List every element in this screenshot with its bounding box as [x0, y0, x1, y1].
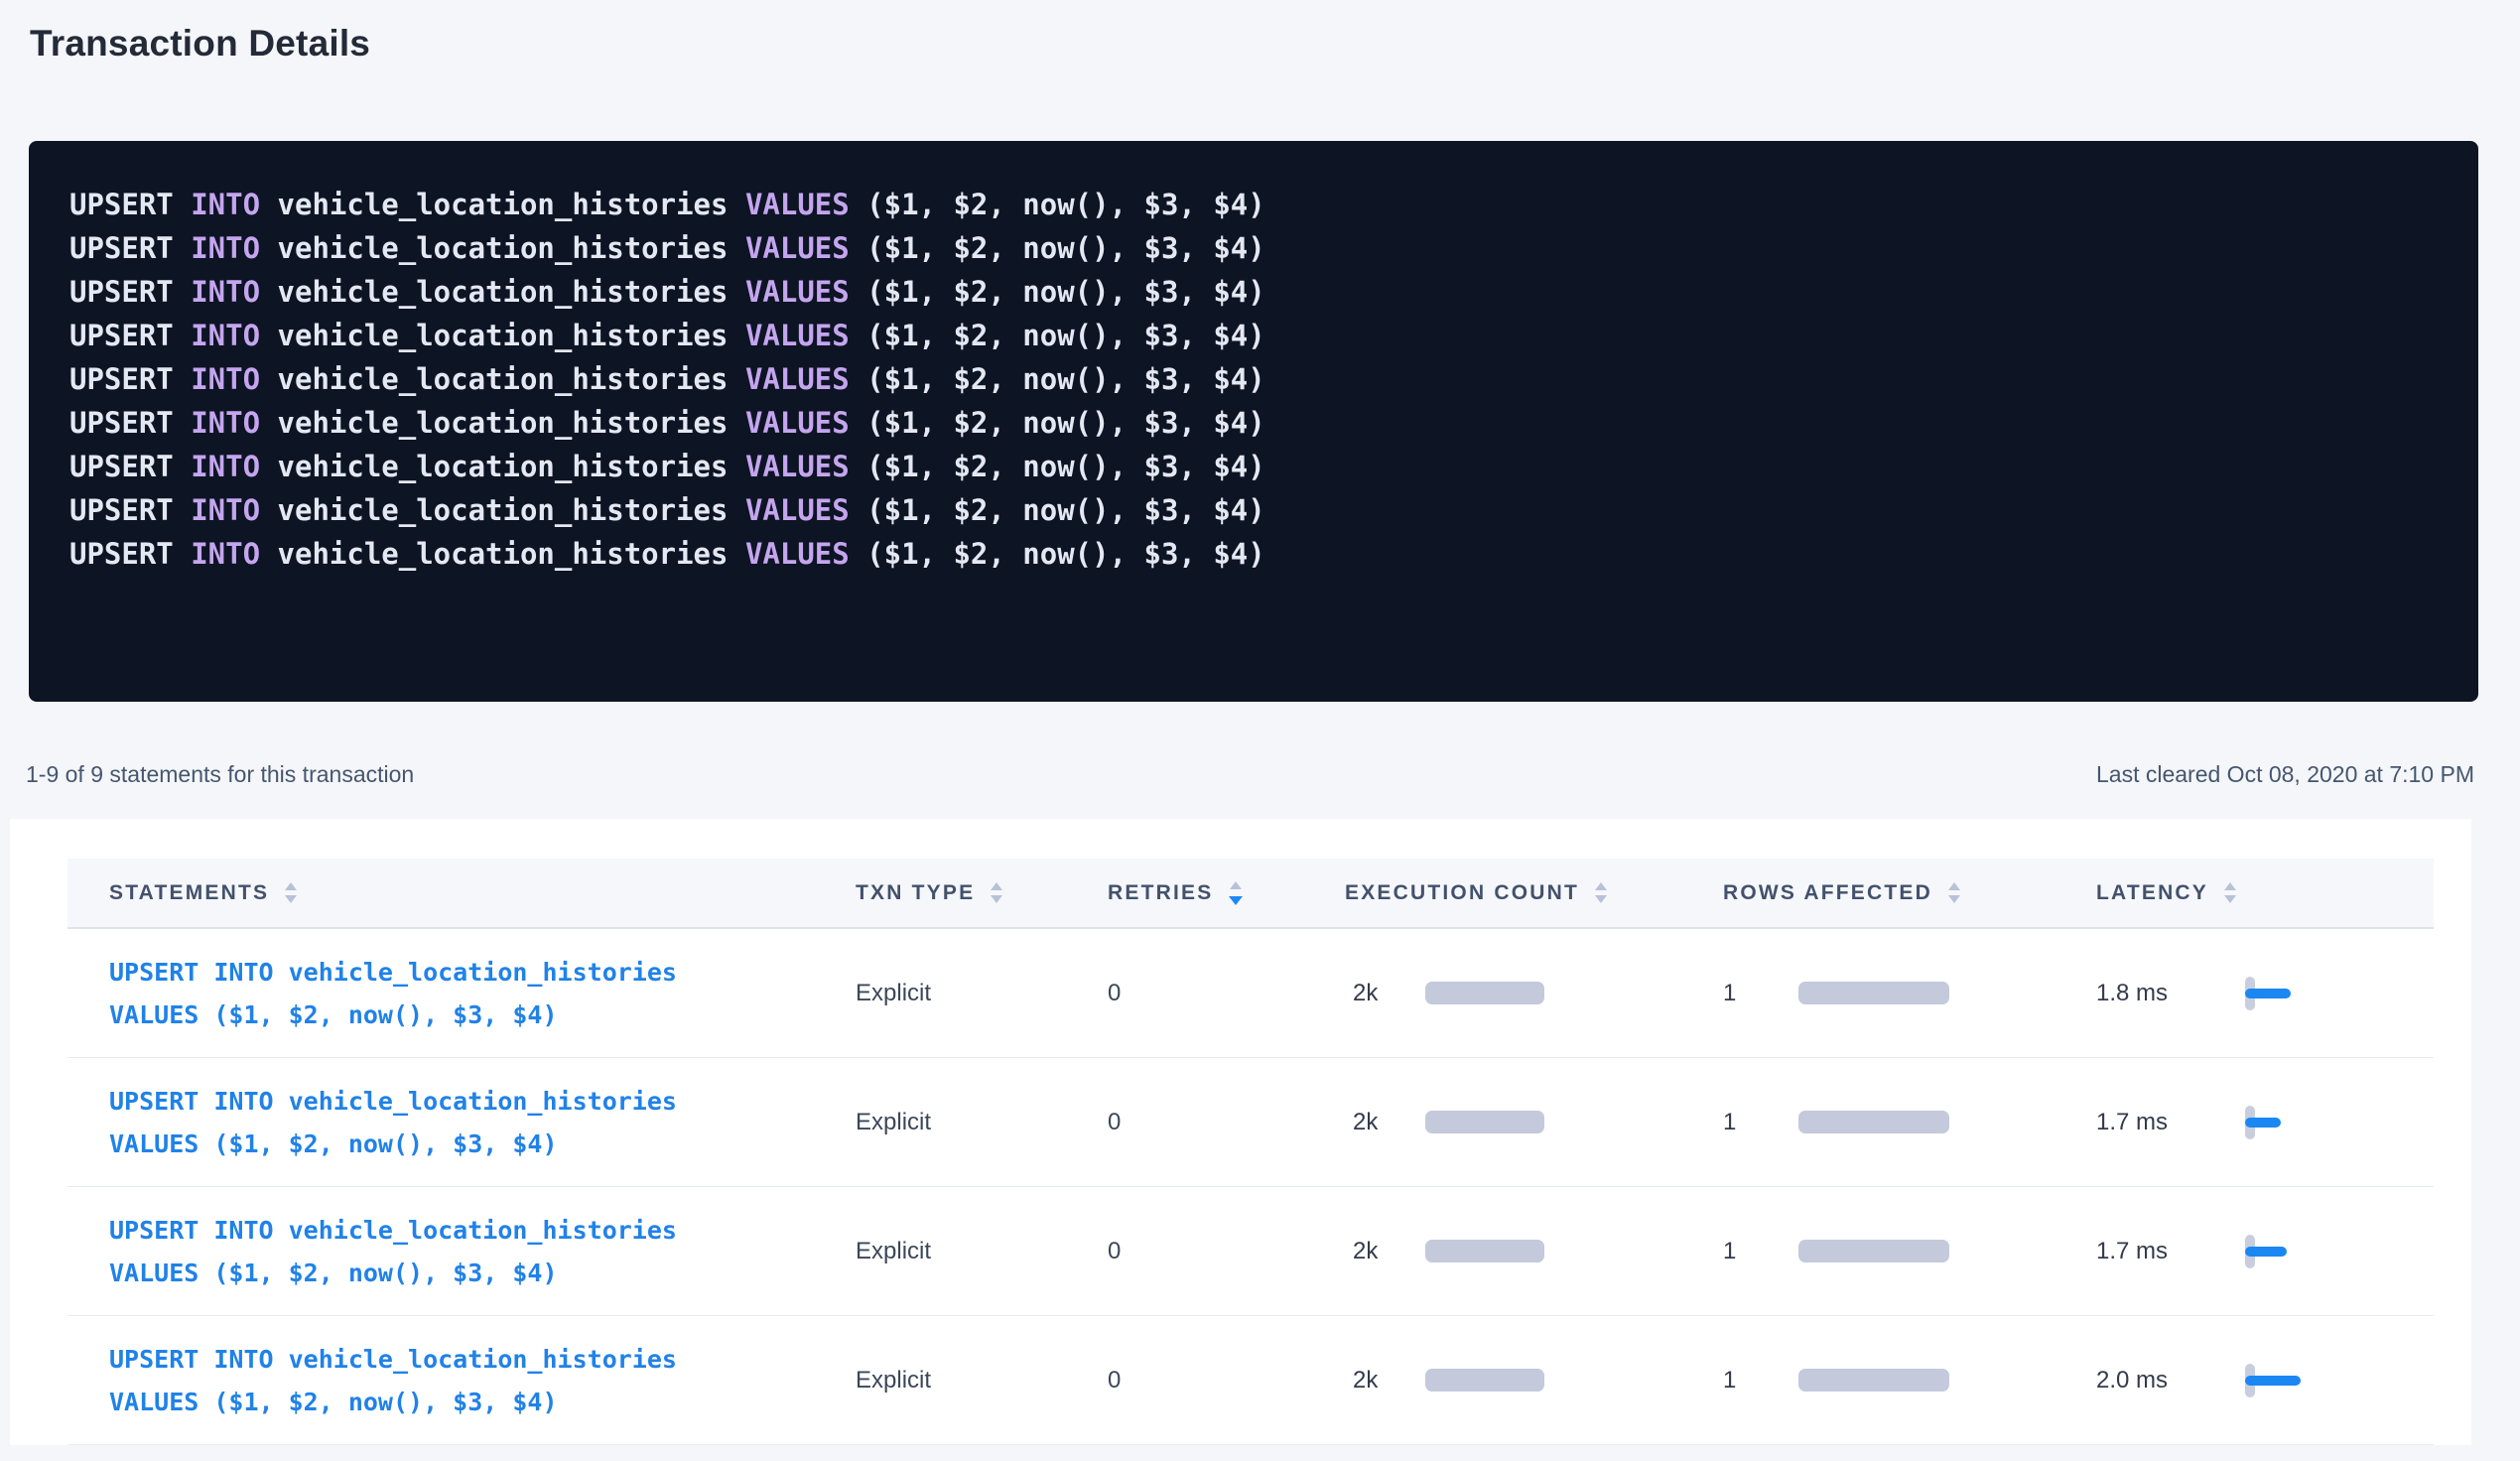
sort-up-icon: [1595, 882, 1607, 890]
table-body: UPSERT INTO vehicle_location_historiesVA…: [67, 929, 2434, 1445]
column-header-execution-count[interactable]: EXECUTION COUNT: [1335, 881, 1713, 905]
retries-cell: 0: [1098, 1367, 1335, 1395]
statement-link[interactable]: UPSERT INTO vehicle_location_historiesVA…: [109, 1209, 846, 1294]
txn-type-cell: Explicit: [846, 1109, 1098, 1136]
sort-up-icon: [2224, 882, 2236, 890]
rows-affected-cell: 1: [1713, 1367, 2086, 1395]
rows-affected-bar: [1798, 1240, 1949, 1262]
page-title: Transaction Details: [30, 22, 2520, 66]
execution-count-cell: 2k: [1335, 1238, 1713, 1265]
statement-link[interactable]: UPSERT INTO vehicle_location_historiesVA…: [109, 1080, 846, 1165]
column-header-label: EXECUTION COUNT: [1345, 881, 1579, 905]
last-cleared-label: Last cleared Oct 08, 2020 at 7:10 PM: [2096, 759, 2474, 789]
sort-up-icon: [991, 882, 1002, 890]
sort-arrows-icon: [285, 882, 297, 903]
statements-range-label: 1-9 of 9 statements for this transaction: [26, 759, 414, 789]
sql-line: UPSERT INTO vehicle_location_histories V…: [69, 357, 2439, 401]
sql-line: UPSERT INTO vehicle_location_histories V…: [69, 226, 2439, 270]
rows-affected-cell: 1: [1713, 1238, 2086, 1265]
sort-down-icon: [991, 895, 1002, 903]
sort-up-icon: [285, 882, 297, 890]
column-header-label: RETRIES: [1108, 881, 1213, 905]
statement-link[interactable]: UPSERT INTO vehicle_location_historiesVA…: [109, 951, 846, 1036]
sql-line: UPSERT INTO vehicle_location_histories V…: [69, 314, 2439, 357]
execution-count-bar: [1425, 1369, 1544, 1392]
latency-cell: 1.7 ms: [2086, 1232, 2434, 1271]
statement-link[interactable]: UPSERT INTO vehicle_location_historiesVA…: [109, 1338, 846, 1423]
column-header-label: LATENCY: [2096, 881, 2208, 905]
execution-count-cell: 2k: [1335, 1367, 1713, 1395]
rows-affected-bar: [1798, 1111, 1949, 1133]
sql-statements-box: UPSERT INTO vehicle_location_histories V…: [29, 141, 2478, 702]
retries-cell: 0: [1098, 1109, 1335, 1136]
latency-bar: [2245, 1376, 2301, 1386]
sort-down-icon: [2224, 895, 2236, 903]
rows-affected-bar: [1798, 1369, 1949, 1392]
sort-down-icon: [1948, 895, 1960, 903]
rows-affected-cell: 1: [1713, 1109, 2086, 1136]
sort-arrows-icon: [1595, 882, 1607, 903]
latency-bar: [2245, 989, 2291, 998]
sql-line: UPSERT INTO vehicle_location_histories V…: [69, 401, 2439, 445]
sql-line: UPSERT INTO vehicle_location_histories V…: [69, 270, 2439, 314]
txn-type-cell: Explicit: [846, 1367, 1098, 1395]
sql-line: UPSERT INTO vehicle_location_histories V…: [69, 532, 2439, 576]
latency-bar-chart: [2245, 1361, 2315, 1400]
statement-row: UPSERT INTO vehicle_location_historiesVA…: [67, 1316, 2434, 1445]
latency-bar-chart: [2245, 974, 2315, 1013]
column-header-retries[interactable]: RETRIES: [1098, 881, 1335, 905]
column-header-latency[interactable]: LATENCY: [2086, 881, 2434, 905]
statements-table-card: STATEMENTS TXN TYPE RETRIES EXECUTION CO…: [10, 819, 2471, 1445]
sort-up-icon: [1230, 881, 1242, 889]
column-header-rows-affected[interactable]: ROWS AFFECTED: [1713, 881, 2086, 905]
statement-row: UPSERT INTO vehicle_location_historiesVA…: [67, 1058, 2434, 1187]
column-header-statements[interactable]: STATEMENTS: [67, 881, 846, 905]
sort-arrows-icon: [2224, 882, 2236, 903]
execution-count-bar: [1425, 982, 1544, 1004]
latency-cell: 1.7 ms: [2086, 1103, 2434, 1142]
retries-cell: 0: [1098, 980, 1335, 1007]
sort-arrows-icon: [991, 882, 1002, 903]
execution-count-bar: [1425, 1111, 1544, 1133]
sort-down-icon: [285, 895, 297, 903]
column-header-txn-type[interactable]: TXN TYPE: [846, 881, 1098, 905]
column-header-label: ROWS AFFECTED: [1723, 881, 1932, 905]
execution-count-cell: 2k: [1335, 1109, 1713, 1136]
rows-affected-bar: [1798, 982, 1949, 1004]
column-header-label: STATEMENTS: [109, 881, 269, 905]
sql-line: UPSERT INTO vehicle_location_histories V…: [69, 183, 2439, 226]
retries-cell: 0: [1098, 1238, 1335, 1265]
sort-down-icon: [1229, 896, 1243, 905]
sort-up-icon: [1948, 882, 1960, 890]
latency-bar-chart: [2245, 1103, 2315, 1142]
execution-count-bar: [1425, 1240, 1544, 1262]
table-header: STATEMENTS TXN TYPE RETRIES EXECUTION CO…: [67, 859, 2434, 929]
column-header-label: TXN TYPE: [856, 881, 975, 905]
statement-row: UPSERT INTO vehicle_location_historiesVA…: [67, 929, 2434, 1058]
table-meta-row: 1-9 of 9 statements for this transaction…: [26, 759, 2474, 789]
sql-line: UPSERT INTO vehicle_location_histories V…: [69, 445, 2439, 488]
sort-arrows-icon: [1948, 882, 1960, 903]
sort-arrows-icon: [1229, 881, 1243, 905]
txn-type-cell: Explicit: [846, 1238, 1098, 1265]
txn-type-cell: Explicit: [846, 980, 1098, 1007]
statement-row: UPSERT INTO vehicle_location_historiesVA…: [67, 1187, 2434, 1316]
latency-cell: 2.0 ms: [2086, 1361, 2434, 1400]
latency-bar-chart: [2245, 1232, 2315, 1271]
latency-bar: [2245, 1247, 2287, 1257]
sql-line: UPSERT INTO vehicle_location_histories V…: [69, 488, 2439, 532]
sort-down-icon: [1595, 895, 1607, 903]
execution-count-cell: 2k: [1335, 980, 1713, 1007]
latency-cell: 1.8 ms: [2086, 974, 2434, 1013]
latency-bar: [2245, 1118, 2281, 1128]
rows-affected-cell: 1: [1713, 980, 2086, 1007]
